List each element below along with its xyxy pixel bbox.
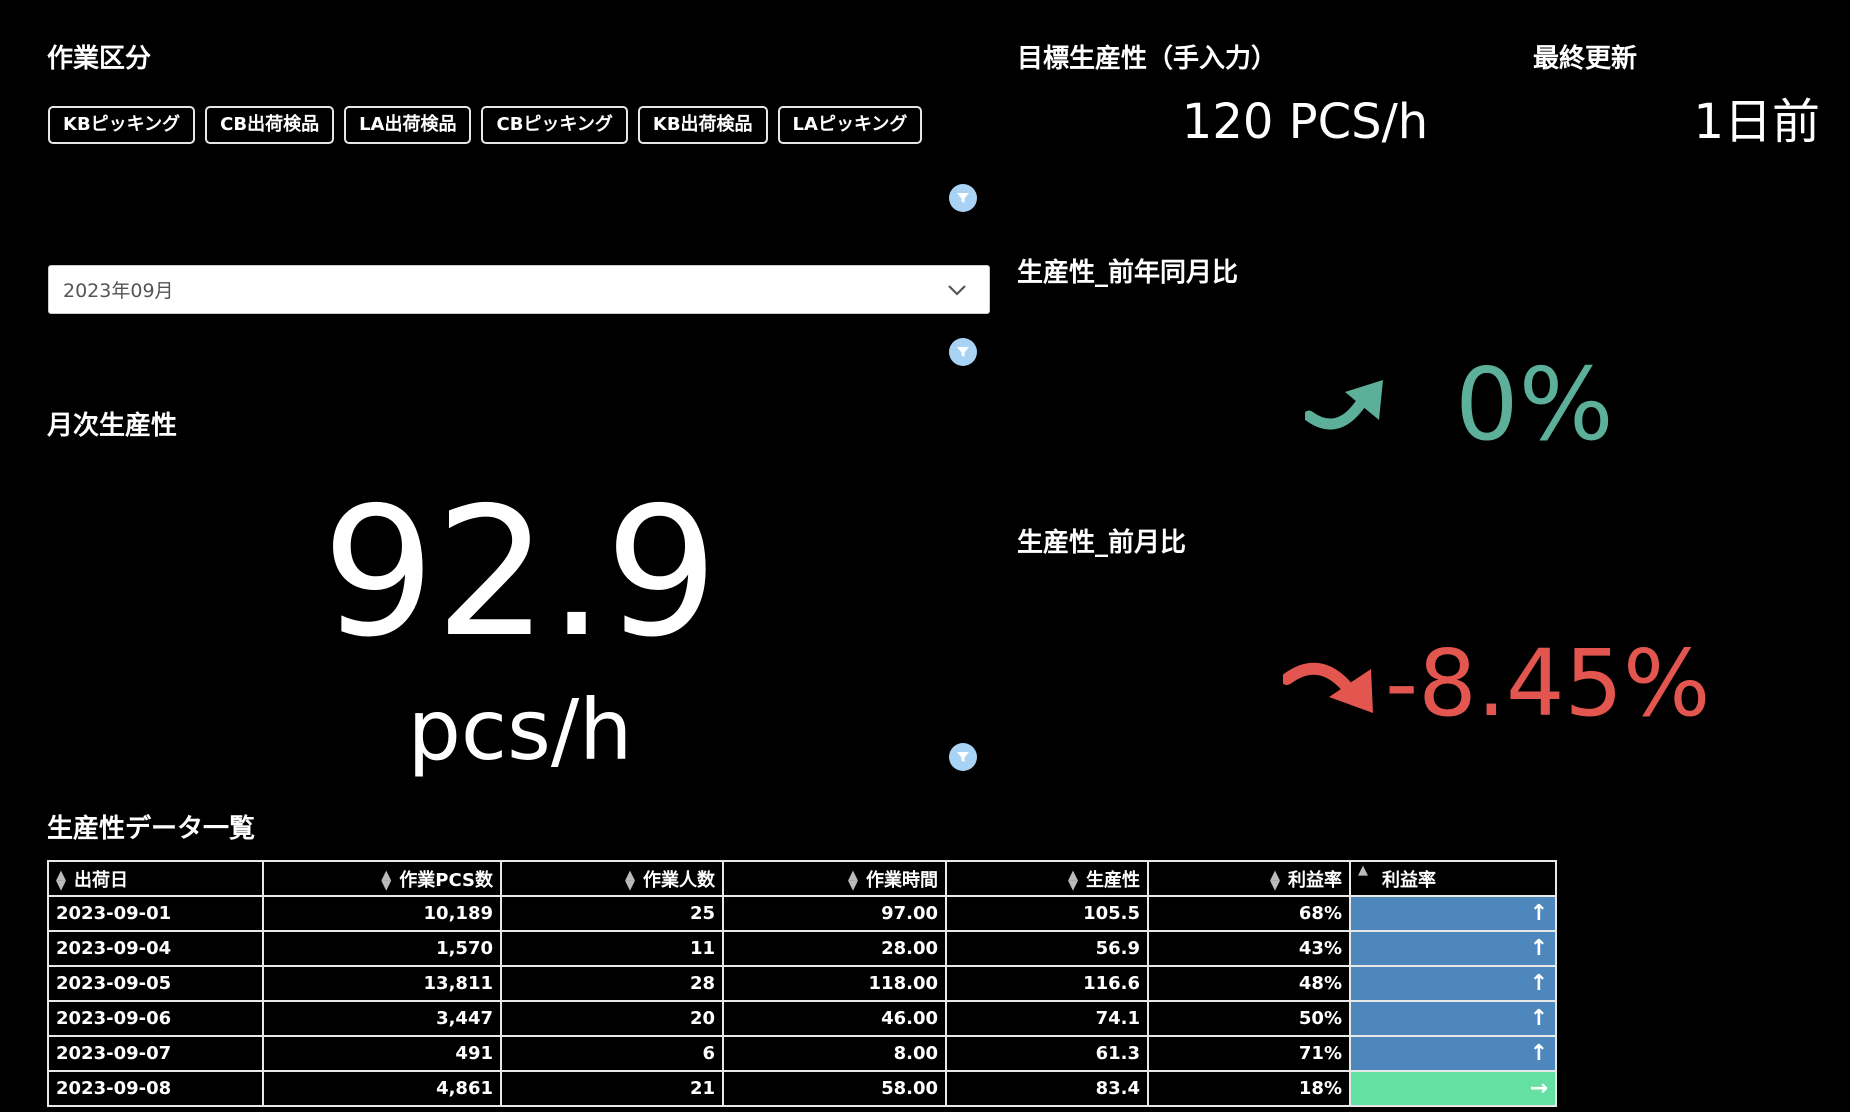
cell-margin: 71% — [1147, 1035, 1351, 1072]
monthly-productivity-unit: pcs/h — [407, 681, 633, 779]
productivity-table: ▲ ▼ 出荷日 ▲ ▼ 作業PCS数 ▲ ▼ 作業人数 ▲ ▼ 作業時間 ▲ ▼ 生産性 ▲ ▼ 利益率… — [47, 860, 1557, 1107]
chip-cb-shipping-inspection[interactable]: CB出荷検品 — [205, 106, 335, 144]
cell-work-hours: 118.00 — [722, 965, 947, 1002]
cell-work-pcs: 10,189 — [262, 895, 502, 932]
cell-work-pcs: 3,447 — [262, 1000, 502, 1037]
cell-margin-trend: ↑ — [1349, 965, 1557, 1002]
chip-cb-picking[interactable]: CBピッキング — [481, 106, 628, 144]
table-row[interactable]: 2023-09-04 1,570 11 28.00 56.9 43% ↑ — [47, 930, 1557, 967]
cell-ship-date: 2023-09-01 — [47, 895, 264, 932]
cell-productivity: 116.6 — [945, 965, 1149, 1002]
cell-margin: 18% — [1147, 1070, 1351, 1107]
cell-margin: 68% — [1147, 895, 1351, 932]
yoy-productivity-title: 生産性_前年同月比 — [1017, 258, 1239, 288]
mom-productivity-title: 生産性_前月比 — [1017, 528, 1187, 558]
cell-margin: 48% — [1147, 965, 1351, 1002]
cell-workers: 21 — [500, 1070, 724, 1107]
cell-workers: 20 — [500, 1000, 724, 1037]
cell-workers: 28 — [500, 965, 724, 1002]
cell-margin: 50% — [1147, 1000, 1351, 1037]
sort-icon: ▲ ▼ — [848, 867, 858, 893]
cell-work-hours: 28.00 — [722, 930, 947, 967]
cell-productivity: 83.4 — [945, 1070, 1149, 1107]
table-row[interactable]: 2023-09-07 491 6 8.00 61.3 71% ↑ — [47, 1035, 1557, 1072]
mom-productivity-value: -8.45% — [1385, 630, 1711, 737]
productivity-table-title: 生産性データ一覧 — [47, 814, 256, 844]
chip-la-shipping-inspection[interactable]: LA出荷検品 — [344, 106, 472, 144]
month-dropdown-value: 2023年09月 — [63, 280, 174, 302]
monthly-productivity-title: 月次生産性 — [47, 411, 178, 441]
month-dropdown[interactable]: 2023年09月 — [48, 265, 990, 314]
cell-workers: 11 — [500, 930, 724, 967]
cell-productivity: 105.5 — [945, 895, 1149, 932]
target-productivity-title: 目標生産性（手入力） — [1017, 44, 1278, 74]
monthly-productivity-value: 92.9 — [321, 469, 719, 676]
sort-icon: ▲ ▼ — [56, 867, 66, 893]
trend-up-arrow-icon — [1303, 378, 1385, 442]
cell-ship-date: 2023-09-08 — [47, 1070, 264, 1107]
chip-kb-picking[interactable]: KBピッキング — [48, 106, 196, 144]
column-header-margin-trend[interactable]: ▲ 利益率 — [1349, 860, 1557, 897]
cell-work-pcs: 4,861 — [262, 1070, 502, 1107]
cell-margin-trend: ↑ — [1349, 1035, 1557, 1072]
cell-work-pcs: 1,570 — [262, 930, 502, 967]
table-row[interactable]: 2023-09-06 3,447 20 46.00 74.1 50% ↑ — [47, 1000, 1557, 1037]
column-header-productivity[interactable]: ▲ ▼ 生産性 — [945, 860, 1149, 897]
target-productivity-value: 120 PCS/h — [1181, 94, 1429, 150]
cell-work-hours: 8.00 — [722, 1035, 947, 1072]
cell-work-hours: 46.00 — [722, 1000, 947, 1037]
cell-workers: 25 — [500, 895, 724, 932]
chevron-down-icon — [947, 284, 967, 296]
cell-productivity: 56.9 — [945, 930, 1149, 967]
last-update-title: 最終更新 — [1533, 44, 1638, 74]
column-header-work-pcs[interactable]: ▲ ▼ 作業PCS数 — [262, 860, 502, 897]
work-category-title: 作業区分 — [47, 44, 152, 74]
cell-productivity: 74.1 — [945, 1000, 1149, 1037]
work-category-chips: KBピッキング CB出荷検品 LA出荷検品 CBピッキング KB出荷検品 LAピ… — [48, 106, 932, 144]
cell-ship-date: 2023-09-06 — [47, 1000, 264, 1037]
cell-productivity: 61.3 — [945, 1035, 1149, 1072]
table-row[interactable]: 2023-09-05 13,811 28 118.00 116.6 48% ↑ — [47, 965, 1557, 1002]
sort-asc-icon: ▲ — [1358, 862, 1368, 878]
cell-work-hours: 97.00 — [722, 895, 947, 932]
chip-kb-shipping-inspection[interactable]: KB出荷検品 — [637, 106, 768, 144]
table-row[interactable]: 2023-09-08 4,861 21 58.00 83.4 18% → — [47, 1070, 1557, 1107]
last-update-value: 1日前 — [1693, 94, 1820, 150]
column-header-ship-date[interactable]: ▲ ▼ 出荷日 — [47, 860, 264, 897]
cell-workers: 6 — [500, 1035, 724, 1072]
cell-margin: 43% — [1147, 930, 1351, 967]
cell-margin-trend: ↑ — [1349, 1000, 1557, 1037]
cell-ship-date: 2023-09-04 — [47, 930, 264, 967]
cell-margin-trend: → — [1349, 1070, 1557, 1107]
cell-margin-trend: ↑ — [1349, 895, 1557, 932]
column-header-work-hours[interactable]: ▲ ▼ 作業時間 — [722, 860, 947, 897]
sort-icon: ▲ ▼ — [1068, 867, 1078, 893]
cell-ship-date: 2023-09-05 — [47, 965, 264, 1002]
cell-ship-date: 2023-09-07 — [47, 1035, 264, 1072]
chip-la-picking[interactable]: LAピッキング — [777, 106, 923, 144]
filter-funnel-icon[interactable] — [949, 184, 977, 212]
column-header-workers[interactable]: ▲ ▼ 作業人数 — [500, 860, 724, 897]
cell-work-pcs: 13,811 — [262, 965, 502, 1002]
sort-icon: ▲ ▼ — [1270, 867, 1280, 893]
table-row[interactable]: 2023-09-01 10,189 25 97.00 105.5 68% ↑ — [47, 895, 1557, 932]
column-header-margin[interactable]: ▲ ▼ 利益率 — [1147, 860, 1351, 897]
table-header-row: ▲ ▼ 出荷日 ▲ ▼ 作業PCS数 ▲ ▼ 作業人数 ▲ ▼ 作業時間 ▲ ▼ 生産性 ▲ ▼ 利益率… — [47, 860, 1557, 897]
sort-icon: ▲ ▼ — [625, 867, 635, 893]
cell-work-pcs: 491 — [262, 1035, 502, 1072]
filter-funnel-icon[interactable] — [949, 743, 977, 771]
trend-down-arrow-icon — [1281, 657, 1375, 721]
yoy-productivity-value: 0% — [1455, 346, 1614, 463]
sort-icon: ▲ ▼ — [381, 867, 392, 893]
cell-work-hours: 58.00 — [722, 1070, 947, 1107]
filter-funnel-icon[interactable] — [949, 338, 977, 366]
cell-margin-trend: ↑ — [1349, 930, 1557, 967]
